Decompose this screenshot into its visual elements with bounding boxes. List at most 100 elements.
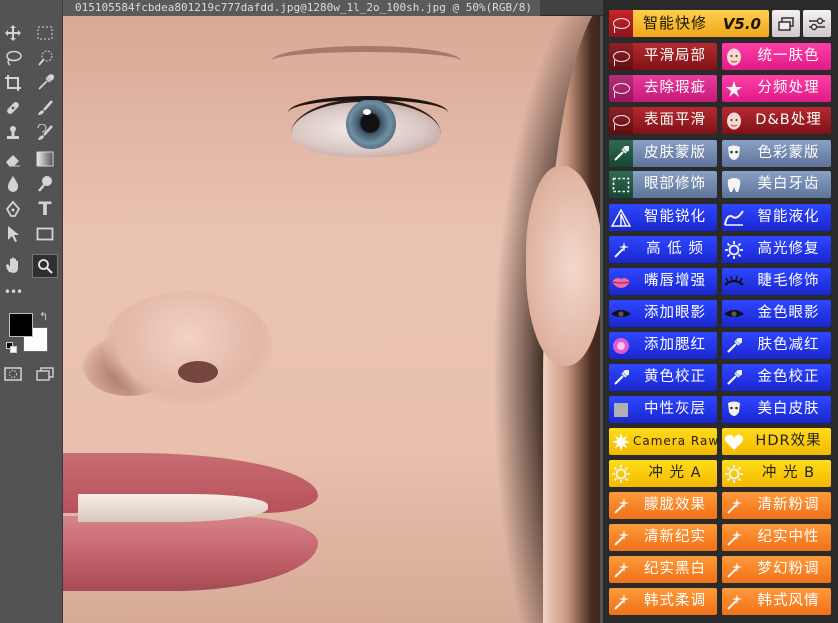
plugin-button-14[interactable]: 嘴唇增强 bbox=[609, 268, 717, 295]
smart-fix-button[interactable]: 智能快修 V5.0 bbox=[609, 10, 769, 37]
move-icon[interactable] bbox=[2, 22, 24, 44]
plugin-button-1[interactable]: 统一肤色 bbox=[722, 43, 831, 70]
plugin-button-label: Camera Raw bbox=[633, 434, 717, 448]
plugin-button-7[interactable]: 色彩蒙版 bbox=[722, 140, 831, 167]
triangle-icon bbox=[609, 204, 633, 231]
pen-icon[interactable] bbox=[2, 198, 24, 220]
plugin-button-25[interactable]: HDR效果 bbox=[722, 428, 831, 455]
sun-icon bbox=[722, 460, 746, 487]
quick-select-icon[interactable] bbox=[34, 47, 56, 69]
tooth-icon bbox=[722, 171, 746, 198]
zoom-icon[interactable] bbox=[32, 254, 58, 278]
plugin-button-18[interactable]: 添加腮红 bbox=[609, 332, 717, 359]
plugin-button-9[interactable]: 美白牙齿 bbox=[722, 171, 831, 198]
plugin-button-31[interactable]: 纪实中性 bbox=[722, 524, 831, 551]
gradient-icon[interactable] bbox=[34, 148, 56, 170]
wand-icon bbox=[722, 588, 746, 615]
wand-icon bbox=[609, 236, 633, 263]
plugin-button-26[interactable]: 冲 光 A bbox=[609, 460, 717, 487]
settings-sliders-icon[interactable] bbox=[803, 10, 831, 37]
screen-mode-icon[interactable] bbox=[34, 363, 56, 385]
more-tools-icon[interactable]: ••• bbox=[2, 281, 24, 303]
plugin-button-4[interactable]: 表面平滑 bbox=[609, 107, 717, 134]
plugin-button-label: 眼部修饰 bbox=[644, 176, 706, 192]
plugin-button-label: 添加眼影 bbox=[644, 305, 706, 321]
plugin-button-10[interactable]: 智能锐化 bbox=[609, 204, 717, 231]
plugin-button-22[interactable]: 中性灰层 bbox=[609, 396, 717, 423]
crop-icon[interactable] bbox=[2, 72, 24, 94]
plugin-button-2[interactable]: 去除瑕疵 bbox=[609, 75, 717, 102]
plugin-button-label: 睫毛修饰 bbox=[757, 273, 820, 289]
plugin-button-12[interactable]: 高 低 频 bbox=[609, 236, 717, 263]
plugin-button-16[interactable]: 添加眼影 bbox=[609, 300, 717, 327]
plugin-button-8[interactable]: 眼部修饰 bbox=[609, 171, 717, 198]
aperture-icon bbox=[609, 428, 633, 455]
history-brush-icon[interactable] bbox=[34, 122, 56, 144]
marquee-icon[interactable] bbox=[34, 22, 56, 44]
plugin-button-label: 梦幻粉调 bbox=[757, 561, 820, 577]
drop-icon[interactable] bbox=[2, 173, 24, 195]
face-icon bbox=[722, 107, 746, 134]
plugin-button-20[interactable]: 黄色校正 bbox=[609, 364, 717, 391]
plugin-button-27[interactable]: 冲 光 B bbox=[722, 460, 831, 487]
plugin-button-28[interactable]: 朦胧效果 bbox=[609, 492, 717, 519]
plugin-button-6[interactable]: 皮肤蒙版 bbox=[609, 140, 717, 167]
swap-colors-icon[interactable]: ↰ bbox=[39, 310, 48, 323]
plugin-button-23[interactable]: 美白皮肤 bbox=[722, 396, 831, 423]
photo-canvas[interactable] bbox=[63, 16, 600, 623]
eyedropper-icon[interactable] bbox=[34, 72, 56, 94]
plugin-button-label: 金色眼影 bbox=[757, 305, 820, 321]
bandage-icon[interactable] bbox=[2, 97, 24, 119]
wand-icon bbox=[609, 556, 633, 583]
plugin-button-label: 智能液化 bbox=[757, 209, 820, 225]
default-colors-icon[interactable] bbox=[6, 342, 18, 354]
plugin-button-33[interactable]: 梦幻粉调 bbox=[722, 556, 831, 583]
sun-icon bbox=[609, 460, 633, 487]
plugin-button-label: D&B处理 bbox=[755, 112, 822, 128]
mask-icon bbox=[722, 396, 746, 423]
eyedropper-icon bbox=[609, 140, 633, 167]
dodge-icon[interactable] bbox=[34, 173, 56, 195]
selection-icon bbox=[609, 171, 633, 198]
wand-icon bbox=[609, 588, 633, 615]
plugin-button-35[interactable]: 韩式风情 bbox=[722, 588, 831, 615]
plugin-button-17[interactable]: 金色眼影 bbox=[722, 300, 831, 327]
plugin-button-15[interactable]: 睫毛修饰 bbox=[722, 268, 831, 295]
stamp-icon[interactable] bbox=[2, 122, 24, 144]
plugin-button-0[interactable]: 平滑局部 bbox=[609, 43, 717, 70]
plugin-button-label: 清新纪实 bbox=[644, 529, 706, 545]
hand-icon[interactable] bbox=[2, 254, 24, 276]
plugin-button-24[interactable]: Camera Raw bbox=[609, 428, 717, 455]
plugin-button-21[interactable]: 金色校正 bbox=[722, 364, 831, 391]
eraser-icon[interactable] bbox=[2, 148, 24, 170]
plugin-button-label: 美白皮肤 bbox=[757, 401, 820, 417]
plugin-button-11[interactable]: 智能液化 bbox=[722, 204, 831, 231]
liquify-icon bbox=[722, 204, 746, 231]
quick-mask-icon[interactable] bbox=[2, 363, 24, 385]
plugin-button-19[interactable]: 肤色减红 bbox=[722, 332, 831, 359]
plugin-button-3[interactable]: 分频处理 bbox=[722, 75, 831, 102]
plugin-button-label: 冲 光 A bbox=[648, 465, 702, 481]
plugin-button-13[interactable]: 高光修复 bbox=[722, 236, 831, 263]
document-tab[interactable]: 015105584fcbdea801219c777dafdd.jpg@1280w… bbox=[63, 0, 540, 16]
plugin-button-label: 高 低 频 bbox=[646, 241, 704, 257]
brush-icon[interactable] bbox=[34, 97, 56, 119]
plugin-button-29[interactable]: 清新粉调 bbox=[722, 492, 831, 519]
version-label: V5.0 bbox=[722, 14, 761, 33]
type-icon[interactable]: T bbox=[34, 198, 56, 220]
lasso-icon bbox=[609, 43, 633, 70]
plugin-button-5[interactable]: D&B处理 bbox=[722, 107, 831, 134]
plugin-button-34[interactable]: 韩式柔调 bbox=[609, 588, 717, 615]
tools-panel: T ••• ↰ bbox=[0, 0, 63, 623]
plugin-button-label: 冲 光 B bbox=[761, 465, 816, 481]
windows-icon[interactable] bbox=[772, 10, 800, 37]
plugin-button-30[interactable]: 清新纪实 bbox=[609, 524, 717, 551]
lasso-icon bbox=[609, 10, 633, 37]
ear-region bbox=[526, 166, 600, 366]
arrow-icon[interactable] bbox=[2, 223, 24, 245]
foreground-color-swatch[interactable] bbox=[9, 313, 33, 337]
lasso-icon[interactable] bbox=[2, 47, 24, 69]
rectangle-icon[interactable] bbox=[34, 223, 56, 245]
plugin-button-label: 肤色减红 bbox=[757, 337, 820, 353]
plugin-button-32[interactable]: 纪实黑白 bbox=[609, 556, 717, 583]
